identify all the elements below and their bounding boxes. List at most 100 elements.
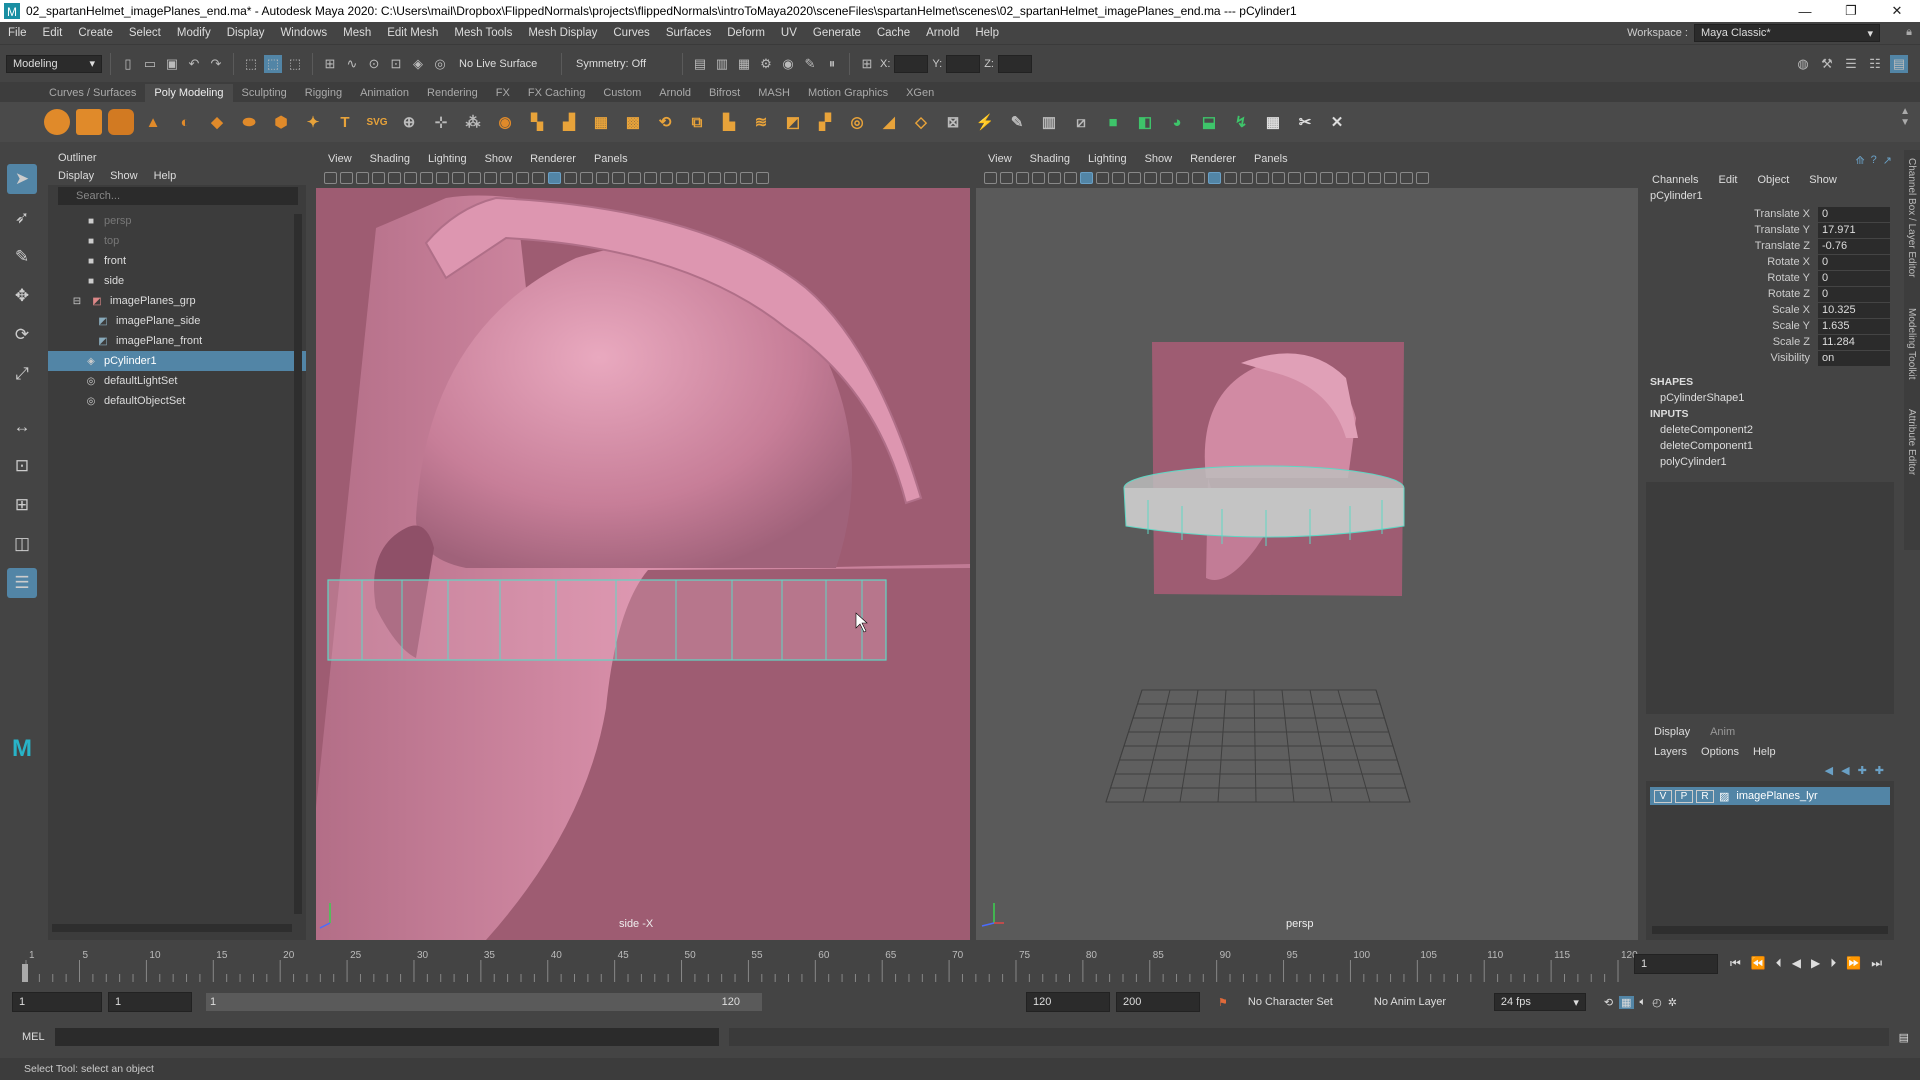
side-tab-modeling-toolkit[interactable]: Modeling Toolkit — [1906, 308, 1917, 380]
loop-icon[interactable]: ⟲ — [1604, 996, 1613, 1009]
layer-playback-toggle[interactable]: P — [1675, 789, 1693, 803]
poke-icon[interactable]: ◇ — [908, 109, 934, 135]
anti-alias-icon[interactable] — [660, 172, 673, 184]
append-polygon-icon[interactable]: ▞ — [812, 109, 838, 135]
playback-start-field[interactable]: 1 — [108, 992, 192, 1012]
pause-viewport-icon[interactable]: ⏸ — [823, 55, 841, 73]
attr-translate-x[interactable]: Translate X 0 — [1644, 206, 1900, 222]
attr-value[interactable]: 0 — [1818, 254, 1890, 270]
two-view-icon[interactable]: ◫ — [7, 529, 37, 559]
menu-select[interactable]: Select — [121, 27, 169, 39]
anim-layer-dropdown[interactable]: No Anim Layer — [1367, 993, 1488, 1011]
z-input[interactable] — [997, 54, 1032, 73]
channel-menu-channels[interactable]: Channels — [1652, 174, 1698, 186]
outliner-item-imageplane-side[interactable]: ◩ imagePlane_side — [48, 311, 306, 331]
attr-value[interactable]: 1.635 — [1818, 318, 1890, 334]
playback-end-field[interactable]: 120 — [1026, 992, 1110, 1012]
ambient-occlusion-icon[interactable] — [628, 172, 641, 184]
shelf-tab-rendering[interactable]: Rendering — [418, 84, 487, 102]
new-layer-icon[interactable]: ✚ — [1858, 764, 1867, 777]
poly-cube-icon[interactable] — [76, 109, 102, 135]
camera-select-icon[interactable] — [324, 172, 337, 184]
scale-tool-icon[interactable]: ⤢ — [7, 359, 37, 389]
menu-mesh[interactable]: Mesh — [335, 27, 379, 39]
bookmark-icon[interactable] — [1016, 172, 1029, 184]
menu-windows[interactable]: Windows — [272, 27, 335, 39]
menu-create[interactable]: Create — [70, 27, 121, 39]
menu-generate[interactable]: Generate — [805, 27, 869, 39]
shelf-tab-fx-caching[interactable]: FX Caching — [519, 84, 594, 102]
poly-text-icon[interactable]: T — [332, 109, 358, 135]
attr-scale-z[interactable]: Scale Z 11.284 — [1644, 334, 1900, 350]
close-button[interactable]: ✕ — [1874, 3, 1920, 19]
channel-menu-edit[interactable]: Edit — [1718, 174, 1737, 186]
outliner-item-imageplane-front[interactable]: ◩ imagePlane_front — [48, 331, 306, 351]
attr-value[interactable]: 11.284 — [1818, 334, 1890, 350]
poly-plane-icon[interactable]: ◆ — [204, 109, 230, 135]
tool-settings-icon[interactable]: ☷ — [1866, 55, 1884, 73]
camera-attributes-icon[interactable] — [1000, 172, 1013, 184]
outliner-item-side[interactable]: ■ side — [48, 271, 306, 291]
bridge-icon[interactable]: ≋ — [748, 109, 774, 135]
film-gate-icon[interactable] — [436, 172, 449, 184]
bookmark-icon[interactable] — [356, 172, 369, 184]
shelf-tab-sculpting[interactable]: Sculpting — [233, 84, 296, 102]
help-icon[interactable]: ? — [1871, 154, 1877, 167]
save-scene-icon[interactable]: ▣ — [163, 55, 181, 73]
poly-svg-icon[interactable]: SVG — [364, 109, 390, 135]
layer-menu-options[interactable]: Options — [1701, 746, 1739, 758]
outliner-item-front[interactable]: ■ front — [48, 251, 306, 271]
outliner-vertical-scrollbar[interactable] — [294, 214, 302, 914]
wireframe-on-shaded-icon[interactable] — [1224, 172, 1237, 184]
isolate-select-icon[interactable] — [692, 172, 705, 184]
resolution-gate-icon[interactable] — [1112, 172, 1125, 184]
paint-select-icon[interactable]: ✎ — [7, 242, 37, 272]
outliner-menu-help[interactable]: Help — [154, 167, 177, 185]
grid-icon[interactable] — [420, 172, 433, 184]
side-tab-attribute-editor[interactable]: Attribute Editor — [1906, 409, 1917, 475]
snap-curve-icon[interactable]: ∿ — [343, 55, 361, 73]
image-plane-toggle-icon[interactable] — [372, 172, 385, 184]
select-object-icon[interactable]: ⬚ — [264, 54, 282, 73]
play-backward-icon[interactable]: ◀ — [1792, 956, 1801, 971]
planar-map-icon[interactable]: ■ — [1100, 109, 1126, 135]
transform-constraint-icon[interactable]: ⊞ — [858, 55, 876, 73]
layer-reference-toggle[interactable]: R — [1696, 789, 1714, 803]
isolate-select-icon[interactable] — [1352, 172, 1365, 184]
character-controls-icon[interactable]: ✲ — [1668, 996, 1677, 1009]
layer-menu-layers[interactable]: Layers — [1654, 746, 1687, 758]
mirror-icon[interactable]: ⟲ — [652, 109, 678, 135]
offset-edge-loop-icon[interactable]: ⧄ — [1068, 109, 1094, 135]
channel-box-toggle-icon[interactable]: ⟰ — [1855, 154, 1864, 167]
shelf-tab-rigging[interactable]: Rigging — [296, 84, 351, 102]
symmetry-dropdown[interactable]: Symmetry: Off — [570, 54, 674, 73]
gate-mask-icon[interactable] — [1128, 172, 1141, 184]
sound-icon[interactable]: 🔈︎ — [1640, 996, 1647, 1009]
menu-display[interactable]: Display — [219, 27, 273, 39]
motion-blur-icon[interactable] — [644, 172, 657, 184]
render-settings-icon[interactable]: ⚙ — [757, 55, 775, 73]
outliner-menu-display[interactable]: Display — [58, 167, 94, 185]
step-forward-key-icon[interactable]: ⏩ — [1846, 956, 1861, 971]
vp-menu-shading[interactable]: Shading — [370, 153, 410, 165]
lasso-tool-icon[interactable]: ➶ — [7, 203, 37, 233]
shelf-tab-fx[interactable]: FX — [487, 84, 519, 102]
command-input[interactable] — [54, 1028, 719, 1046]
layer-row[interactable]: V P R ▨ imagePlanes_lyr — [1650, 787, 1890, 805]
menu-edit[interactable]: Edit — [35, 27, 71, 39]
platonic-solid-icon[interactable]: ⬢ — [268, 109, 294, 135]
shadows-icon[interactable] — [612, 172, 625, 184]
center-pivot-icon[interactable]: ⊹ — [428, 109, 454, 135]
current-time-marker[interactable] — [22, 964, 28, 982]
layer-menu-help[interactable]: Help — [1753, 746, 1776, 758]
xray-icon[interactable] — [708, 172, 721, 184]
gate-mask-icon[interactable] — [468, 172, 481, 184]
open-scene-icon[interactable]: ▭ — [141, 55, 159, 73]
make-live-icon[interactable]: ◎ — [431, 55, 449, 73]
xray-joints-icon[interactable] — [1384, 172, 1397, 184]
vp-menu-renderer[interactable]: Renderer — [530, 153, 576, 165]
insert-edge-loop-icon[interactable]: ▥ — [1036, 109, 1062, 135]
unfold-icon[interactable]: ↯ — [1228, 109, 1254, 135]
channel-menu-object[interactable]: Object — [1757, 174, 1789, 186]
scene-end-field[interactable]: 200 — [1116, 992, 1200, 1012]
